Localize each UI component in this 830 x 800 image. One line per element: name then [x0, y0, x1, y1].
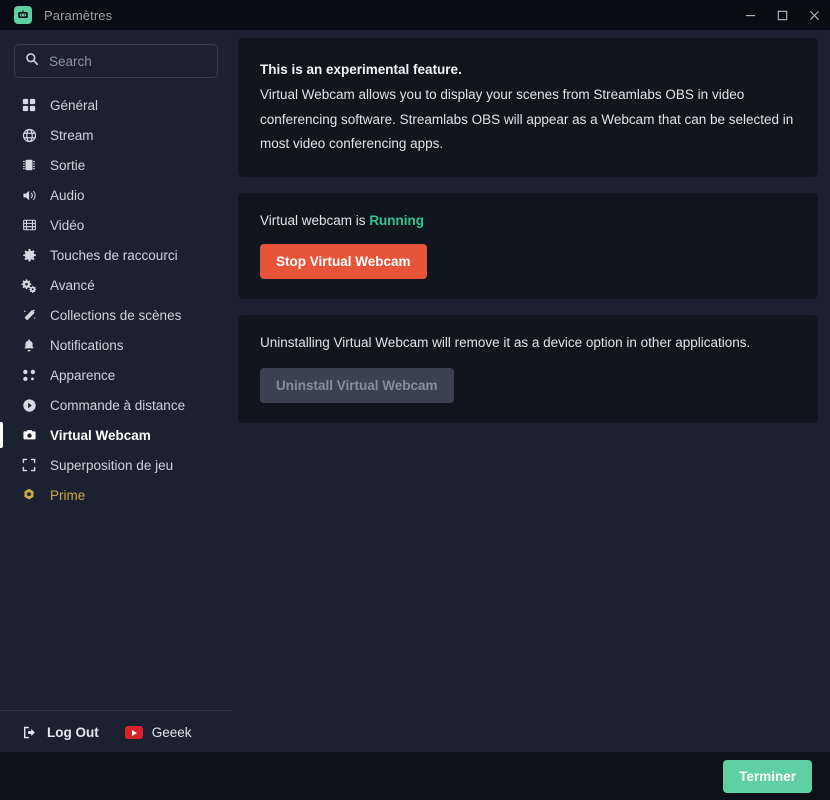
- sidebar-item-sortie[interactable]: Sortie: [0, 150, 232, 180]
- search-box[interactable]: [14, 44, 226, 78]
- speaker-icon: [20, 188, 38, 203]
- status-line: Virtual webcam is Running: [260, 213, 796, 228]
- gears-icon: [20, 278, 38, 293]
- stop-virtual-webcam-button[interactable]: Stop Virtual Webcam: [260, 244, 427, 280]
- sidebar-item-notifications[interactable]: Notifications: [0, 330, 232, 360]
- streamlabs-logo-icon: [14, 6, 32, 24]
- webcam-status-card: Virtual webcam is Running Stop Virtual W…: [238, 193, 818, 300]
- camera-icon: [20, 428, 38, 442]
- sidebar-item-video[interactable]: Vidéo: [0, 210, 232, 240]
- search-icon: [25, 52, 39, 71]
- bottom-bar: Terminer: [0, 752, 830, 800]
- close-icon[interactable]: [798, 0, 830, 30]
- sidebar-item-label: Stream: [50, 127, 94, 143]
- sidebar-item-label: Vidéo: [50, 217, 85, 233]
- minimize-icon[interactable]: [734, 0, 766, 30]
- globe-icon: [20, 128, 38, 143]
- settings-nav: Général Stream Sortie Audio Vidéo Touche…: [0, 84, 232, 710]
- sidebar-item-hotkeys[interactable]: Touches de raccourci: [0, 240, 232, 270]
- window-controls: [734, 0, 830, 30]
- sidebar-item-label: Touches de raccourci: [50, 247, 178, 263]
- info-card-body: Virtual Webcam allows you to display you…: [260, 86, 794, 152]
- sidebar-item-appearance[interactable]: Apparence: [0, 360, 232, 390]
- status-badge: Running: [369, 213, 425, 229]
- sidebar-item-label: Audio: [50, 187, 85, 203]
- dots-icon: [20, 368, 38, 383]
- settings-sidebar: Général Stream: [0, 30, 232, 752]
- prime-badge-icon: [20, 488, 38, 502]
- chip-icon: [20, 158, 38, 172]
- logout-button[interactable]: Log Out: [22, 725, 99, 740]
- sidebar-item-scene-collections[interactable]: Collections de scènes: [0, 300, 232, 330]
- sidebar-item-label: Avancé: [50, 277, 95, 293]
- info-card-text: This is an experimental feature. Virtual…: [260, 58, 796, 157]
- sidebar-item-label: Sortie: [50, 157, 86, 173]
- done-button[interactable]: Terminer: [723, 759, 812, 793]
- sidebar-item-label: Apparence: [50, 367, 116, 383]
- info-card-headline: This is an experimental feature.: [260, 62, 462, 77]
- sidebar-item-label: Prime: [50, 487, 86, 503]
- sidebar-item-stream[interactable]: Stream: [0, 120, 232, 150]
- sidebar-item-game-overlay[interactable]: Superposition de jeu: [0, 450, 232, 480]
- magic-wand-icon: [20, 308, 38, 323]
- sidebar-item-advanced[interactable]: Avancé: [0, 270, 232, 300]
- bell-icon: [20, 338, 38, 353]
- gear-icon: [20, 248, 38, 263]
- uninstall-virtual-webcam-button[interactable]: Uninstall Virtual Webcam: [260, 368, 454, 404]
- search-container: [0, 30, 232, 84]
- sidebar-item-prime[interactable]: Prime: [0, 480, 232, 510]
- title-bar: Paramètres: [0, 0, 830, 30]
- experimental-info-card: This is an experimental feature. Virtual…: [238, 38, 818, 178]
- expand-icon: [20, 458, 38, 472]
- sidebar-item-label: Superposition de jeu: [50, 457, 174, 473]
- film-icon: [20, 218, 38, 232]
- sidebar-item-virtual-webcam[interactable]: Virtual Webcam: [0, 420, 232, 450]
- sidebar-item-remote-control[interactable]: Commande à distance: [0, 390, 232, 420]
- uninstall-card: Uninstalling Virtual Webcam will remove …: [238, 315, 818, 424]
- sidebar-item-label: Commande à distance: [50, 397, 186, 413]
- sidebar-item-label: Général: [50, 97, 99, 113]
- grid-icon: [20, 98, 38, 112]
- search-input[interactable]: [49, 53, 226, 69]
- youtube-icon: [124, 726, 143, 739]
- logout-icon: [22, 725, 38, 740]
- sidebar-footer: Log Out Geeek: [0, 710, 232, 752]
- sidebar-item-general[interactable]: Général: [0, 90, 232, 120]
- sidebar-item-label: Notifications: [50, 337, 124, 353]
- account-button[interactable]: Geeek: [124, 725, 192, 740]
- maximize-icon[interactable]: [766, 0, 798, 30]
- play-circle-icon: [20, 398, 38, 413]
- status-prefix: Virtual webcam is: [260, 213, 366, 229]
- logout-label: Log Out: [47, 725, 99, 740]
- settings-window: Paramètres Search Général Stream Sortie …: [0, 0, 830, 800]
- sidebar-item-label: Collections de scènes: [50, 307, 182, 323]
- sidebar-item-label: Virtual Webcam: [50, 427, 151, 443]
- window-title: Paramètres: [44, 7, 113, 23]
- window-body: Général Stream: [0, 30, 830, 752]
- settings-content: This is an experimental feature. Virtual…: [232, 30, 830, 752]
- uninstall-description: Uninstalling Virtual Webcam will remove …: [260, 335, 751, 351]
- sidebar-item-audio[interactable]: Audio: [0, 180, 232, 210]
- account-name: Geeek: [151, 725, 192, 740]
